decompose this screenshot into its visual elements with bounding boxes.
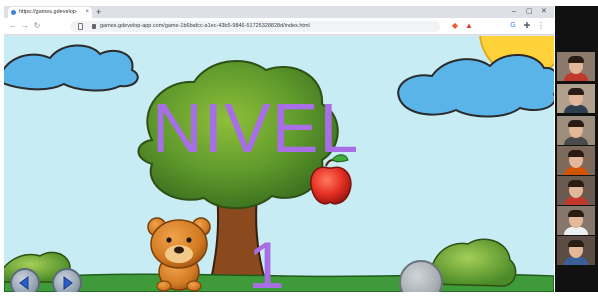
brave-shield-icon[interactable]: ◆ (450, 21, 460, 31)
participant-body (564, 137, 588, 145)
right-arrow-icon (63, 276, 73, 290)
forward-icon[interactable]: → (20, 21, 30, 31)
participant-hair (568, 120, 584, 127)
menu-icon[interactable]: ⋮ (536, 21, 546, 31)
move-left-button[interactable] (10, 268, 40, 292)
participant-video-tile[interactable] (557, 52, 595, 81)
participant-video-tile[interactable] (557, 206, 595, 235)
game-canvas[interactable]: NIVEL 1 (4, 36, 554, 292)
participant-video-tile[interactable] (557, 84, 595, 113)
tab-close-icon[interactable]: × (85, 7, 89, 18)
browser-tab[interactable]: https://games.gdevelop-app... × (8, 7, 92, 18)
participant-body (564, 167, 588, 175)
level-number: 1 (248, 228, 285, 292)
cloud-left (4, 44, 139, 92)
participant-body (564, 73, 588, 81)
extensions-icon[interactable]: ✚ (522, 21, 532, 31)
translate-icon[interactable]: G (508, 21, 518, 31)
participant-hair (568, 180, 584, 187)
reload-icon[interactable]: ↻ (32, 21, 42, 31)
participant-body (564, 257, 588, 265)
tab-title: https://games.gdevelop-app... (19, 9, 77, 15)
level-title: NIVEL (152, 89, 360, 167)
participant-video-tile[interactable] (557, 176, 595, 205)
warning-icon[interactable]: ▲ (464, 21, 474, 31)
page-info-icon[interactable] (78, 23, 83, 30)
close-window-button[interactable]: ✕ (541, 6, 547, 18)
maximize-button[interactable]: ▢ (526, 6, 533, 18)
address-bar[interactable]: games.gdevelop-app.com/game-1b6bafcc-a1e… (70, 21, 440, 32)
minimize-button[interactable]: – (512, 6, 516, 18)
tab-strip: https://games.gdevelop-app... × + – ▢ ✕ (4, 6, 554, 18)
participant-body (564, 105, 588, 113)
url-text[interactable]: games.gdevelop-app.com/game-1b6bafcc-a1e… (100, 21, 310, 32)
participant-video-tile[interactable] (557, 116, 595, 145)
participant-hair (568, 210, 584, 217)
participant-hair (568, 56, 584, 63)
participant-body (564, 227, 588, 235)
participant-hair (568, 88, 584, 95)
screen: https://games.gdevelop-app... × + – ▢ ✕ … (0, 0, 598, 298)
cloud-right (397, 53, 554, 118)
participant-body (564, 197, 588, 205)
video-call-sidebar (555, 6, 598, 292)
participant-hair (568, 150, 584, 157)
browser-toolbar: ← → ↻ games.gdevelop-app.com/game-1b6baf… (4, 18, 554, 35)
lock-icon (92, 24, 96, 29)
participant-video-tile[interactable] (557, 146, 595, 175)
favicon-icon (11, 10, 16, 15)
move-right-button[interactable] (52, 268, 82, 292)
left-arrow-icon (19, 276, 29, 290)
browser-window: https://games.gdevelop-app... × + – ▢ ✕ … (4, 6, 554, 292)
participant-hair (568, 240, 584, 247)
back-icon[interactable]: ← (8, 21, 18, 31)
new-tab-button[interactable]: + (96, 6, 101, 18)
participant-video-tile[interactable] (557, 236, 595, 265)
